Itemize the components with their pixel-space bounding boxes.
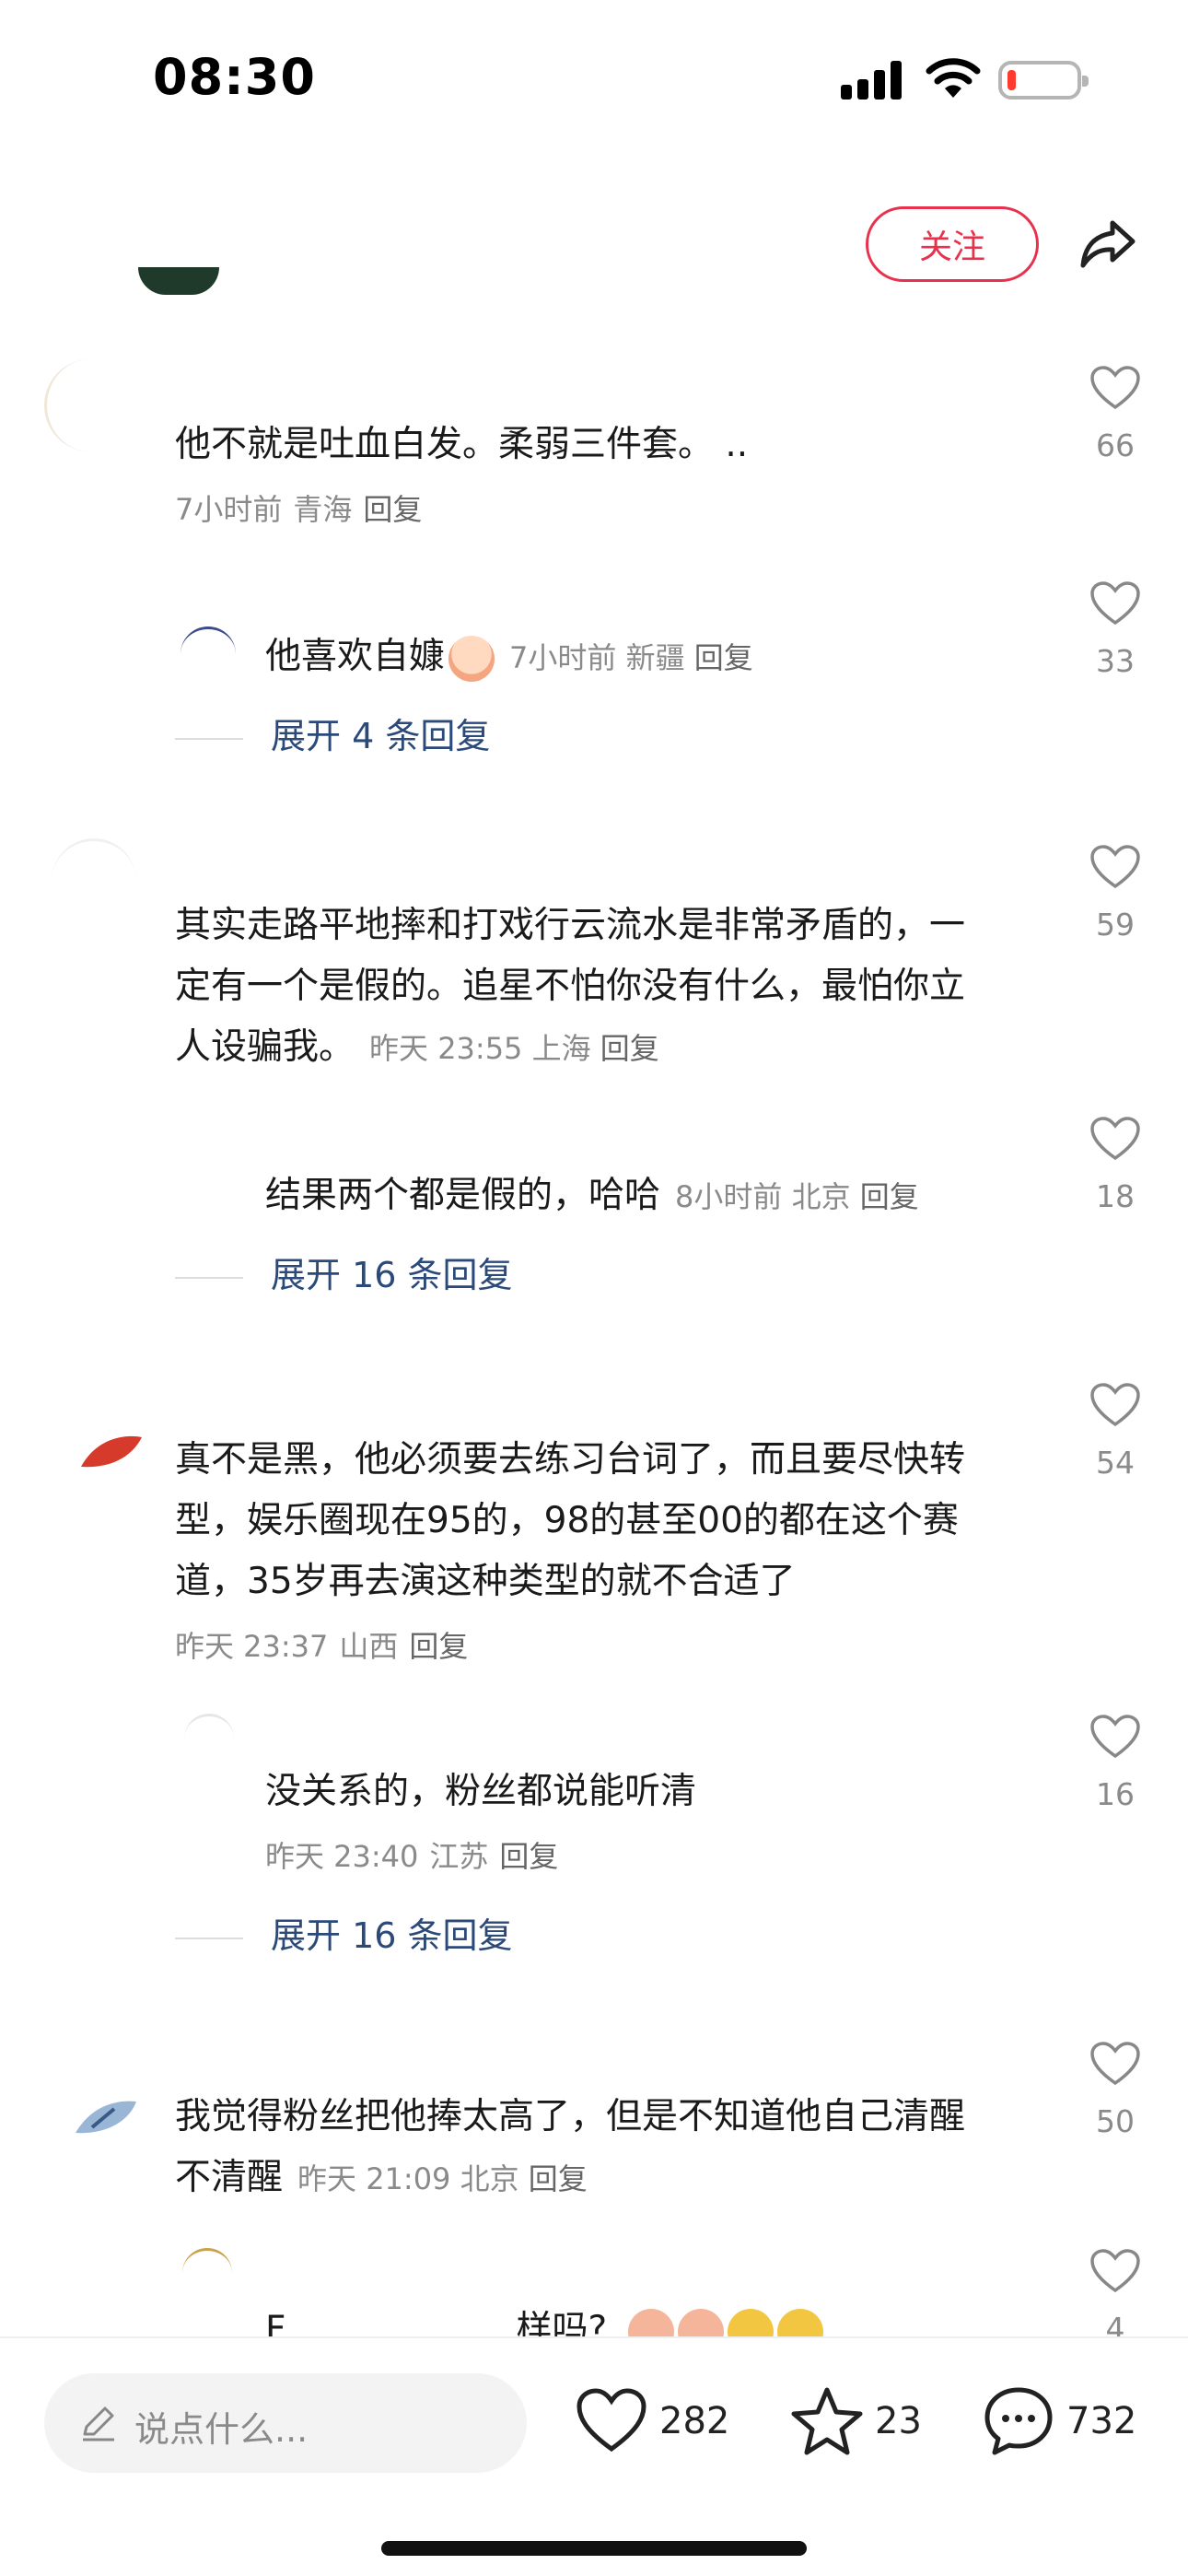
star-icon — [791, 2387, 863, 2455]
cellular-signal-icon — [841, 61, 902, 100]
reply-button[interactable]: 回复 — [860, 1179, 919, 1214]
heart-icon — [1090, 581, 1140, 626]
reply-button[interactable]: 回复 — [363, 492, 422, 527]
comment-text: 其实走路平地摔和打戏行云流水是非常矛盾的，一 定有一个是假的。追星不怕你没有什么… — [175, 905, 966, 1068]
heart-icon — [577, 2388, 646, 2453]
like-button[interactable]: 4 — [1083, 2248, 1147, 2347]
like-post-button[interactable]: 282 — [575, 2384, 729, 2458]
comment-input-placeholder: 说点什么... — [134, 2409, 309, 2450]
heart-icon — [1090, 1383, 1140, 1427]
comment-time: 昨天 21:09 — [297, 2161, 451, 2196]
heart-icon — [1090, 1117, 1140, 1161]
battery-icon — [998, 61, 1089, 100]
user-avatar[interactable] — [184, 1714, 234, 1763]
like-button[interactable]: 66 — [1083, 365, 1147, 463]
expand-replies-button[interactable]: 展开 16 条回复 — [175, 1247, 513, 1297]
comments-button[interactable]: 732 — [982, 2384, 1136, 2458]
like-count: 16 — [1096, 1776, 1135, 1812]
reply-button[interactable]: 回复 — [694, 640, 753, 675]
comment-time: 7小时前 — [175, 492, 283, 527]
heart-icon — [1090, 2249, 1140, 2293]
battery-level — [1007, 70, 1016, 90]
comment-text: 我觉得粉丝把他捧太高了，但是不知道他自己清醒 不清醒 昨天 21:09 北京 回复 — [175, 2096, 966, 2198]
user-avatar[interactable] — [44, 359, 136, 451]
comment-text: 真不是黑，他必须要去练习台词了，而且要尽快转 型，娱乐圈现在95的，98的甚至0… — [175, 1439, 966, 1602]
comment-time: 昨天 23:55 — [369, 1031, 523, 1066]
comment-time: 昨天 23:40 — [265, 1839, 419, 1874]
comment-text: 他不就是吐血白发。柔弱三件套。 .. — [175, 424, 749, 465]
like-count: 282 — [659, 2400, 730, 2442]
wifi-icon — [926, 58, 981, 98]
favorite-count: 23 — [875, 2400, 922, 2442]
comment-location: 山西 — [339, 1629, 399, 1664]
user-avatar[interactable] — [74, 2096, 138, 2138]
like-count: 18 — [1096, 1178, 1135, 1214]
comment-location: 江苏 — [429, 1839, 489, 1874]
comment-input[interactable]: 说点什么... — [44, 2373, 527, 2473]
comment-bubble-icon — [984, 2387, 1053, 2455]
like-button[interactable]: 50 — [1083, 2041, 1147, 2139]
comment-location: 青海 — [293, 492, 353, 527]
comment-text: 结果两个都是假的，哈哈 8小时前 北京 回复 — [265, 1175, 919, 1216]
comment-time: 8小时前 — [675, 1179, 783, 1214]
like-button[interactable]: 33 — [1083, 580, 1147, 679]
heart-icon — [1090, 1715, 1140, 1759]
comment-count: 732 — [1066, 2400, 1137, 2442]
comment-time: 7小时前 — [509, 640, 617, 675]
follow-button[interactable]: 关注 — [866, 206, 1039, 282]
status-time: 08:30 — [153, 48, 316, 106]
user-avatar[interactable] — [79, 1428, 144, 1493]
favorite-button[interactable]: 23 — [790, 2384, 922, 2458]
comment-meta: 昨天 23:40 江苏 回复 — [265, 1833, 569, 1876]
comment-location: 上海 — [531, 1031, 591, 1066]
comment-location: 新疆 — [625, 640, 685, 675]
user-avatar[interactable] — [182, 2248, 232, 2298]
home-indicator[interactable] — [381, 2541, 807, 2556]
author-avatar[interactable] — [138, 267, 219, 295]
share-icon[interactable] — [1076, 210, 1140, 275]
status-bar: 08:30 — [0, 0, 1188, 157]
heart-icon — [1090, 2042, 1140, 2086]
expand-replies-button[interactable]: 展开 4 条回复 — [175, 708, 490, 758]
comment-location: 北京 — [460, 2161, 519, 2196]
like-button[interactable]: 16 — [1083, 1714, 1147, 1812]
like-count: 59 — [1096, 907, 1135, 943]
heart-icon — [1090, 366, 1140, 410]
like-button[interactable]: 59 — [1083, 844, 1147, 943]
heart-icon — [1090, 845, 1140, 889]
user-avatar[interactable] — [52, 838, 136, 923]
like-count: 66 — [1096, 427, 1135, 463]
comment-location: 北京 — [791, 1179, 851, 1214]
comment-meta: 昨天 23:37 山西 回复 — [175, 1623, 479, 1666]
like-count: 33 — [1096, 643, 1135, 679]
user-avatar[interactable] — [181, 626, 236, 682]
crying-emoji-icon — [448, 635, 495, 682]
reply-button[interactable]: 回复 — [600, 1031, 659, 1066]
comment-text: 他喜欢自嫝 7小时前 新疆 回复 — [265, 626, 753, 688]
reply-button[interactable]: 回复 — [499, 1839, 558, 1874]
bottom-action-bar: 说点什么... 282 23 732 — [0, 2336, 1188, 2576]
comment-text: 没关系的，粉丝都说能听清 — [265, 1771, 697, 1812]
like-button[interactable]: 18 — [1083, 1116, 1147, 1214]
like-count: 54 — [1096, 1445, 1135, 1481]
like-count: 50 — [1096, 2103, 1135, 2139]
pencil-icon — [83, 2406, 114, 2441]
comment-meta: 7小时前 青海 回复 — [175, 486, 433, 529]
reply-button[interactable]: 回复 — [409, 1629, 468, 1664]
reply-button[interactable]: 回复 — [529, 2161, 588, 2196]
like-button[interactable]: 54 — [1083, 1382, 1147, 1481]
comment-time: 昨天 23:37 — [175, 1629, 329, 1664]
expand-replies-button[interactable]: 展开 16 条回复 — [175, 1907, 513, 1958]
